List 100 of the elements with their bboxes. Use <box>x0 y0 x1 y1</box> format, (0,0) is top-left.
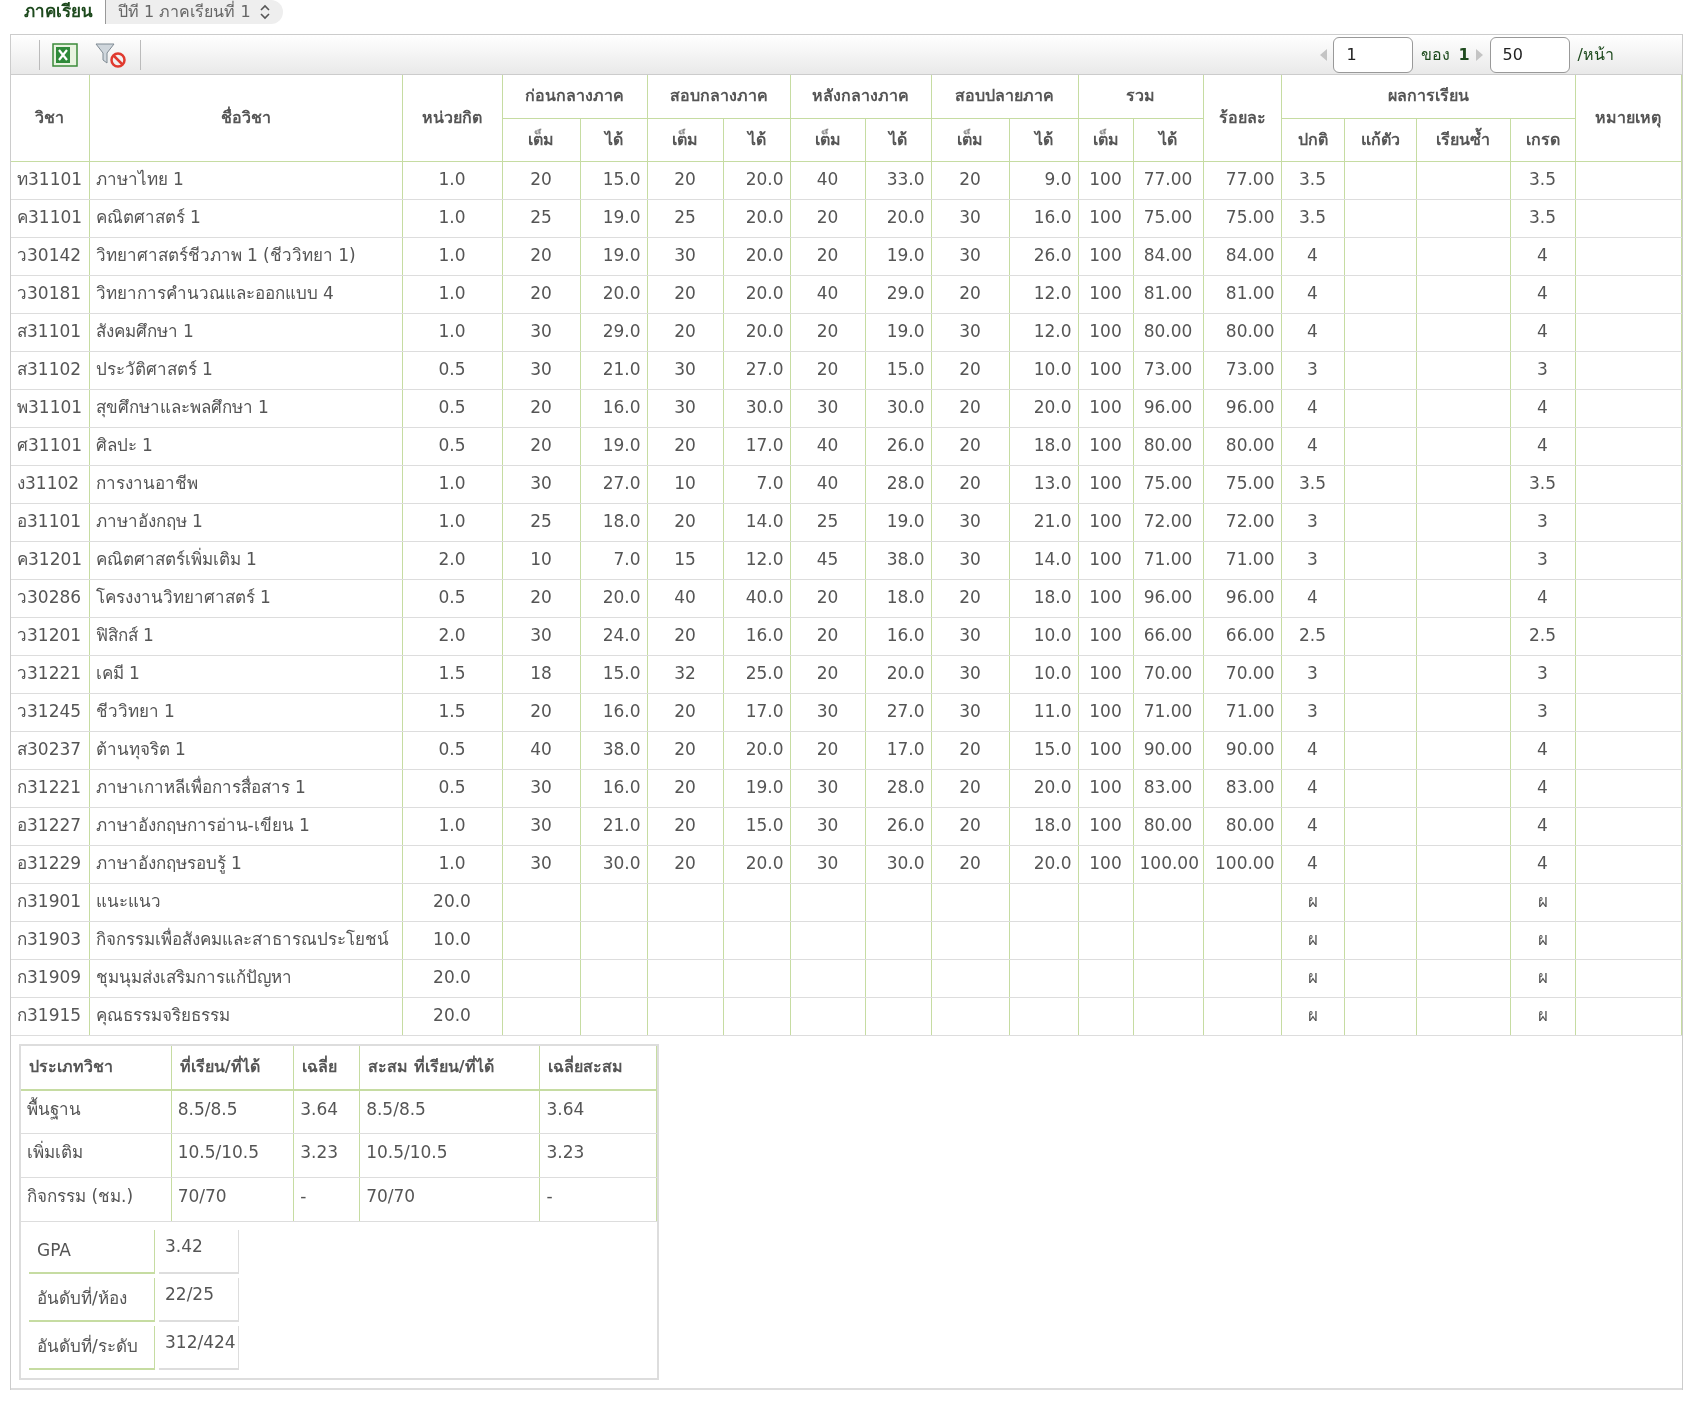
table-cell: 18.0 <box>1033 435 1072 456</box>
table-cell: อ31101 <box>17 511 82 532</box>
table-cell: 2.5 <box>1528 625 1556 646</box>
table-cell: 72.00 <box>1225 511 1275 532</box>
table-cell: 100.00 <box>1215 853 1275 874</box>
column-subheader: เกรด <box>1510 118 1575 161</box>
table-cell: 26.0 <box>886 435 925 456</box>
table-cell: 77.00 <box>1225 169 1275 190</box>
table-cell: 30 <box>959 245 981 266</box>
table-cell: 7.0 <box>756 473 784 494</box>
table-cell: 21.0 <box>602 815 641 836</box>
table-cell: 70.00 <box>1143 663 1193 684</box>
table-cell: 40 <box>816 169 839 190</box>
table-cell: 100.00 <box>1139 853 1199 874</box>
table-cell: 4 <box>1307 283 1318 304</box>
table-cell: 30 <box>959 321 981 342</box>
table-cell: 30 <box>959 625 981 646</box>
column-header: ก่อนกลางภาค <box>502 75 647 118</box>
table-cell: 38.0 <box>886 549 925 570</box>
table-cell: 0.5 <box>438 435 466 456</box>
table-cell: 71.00 <box>1225 549 1275 570</box>
table-cell: ฟิสิกส์ 1 <box>95 625 154 646</box>
column-subheader: ได้ <box>723 118 790 161</box>
table-cell: 18.0 <box>602 511 641 532</box>
table-cell: 90.00 <box>1143 739 1193 760</box>
table-cell: 100 <box>1089 359 1122 380</box>
table-cell: 1.0 <box>438 245 466 266</box>
table-cell: 20 <box>674 739 696 760</box>
table-cell: ศ31101 <box>17 435 83 456</box>
table-cell: 30 <box>816 701 839 722</box>
table-cell: ว30142 <box>17 245 82 266</box>
column-header: วิชา <box>11 75 89 161</box>
table-cell: ก31221 <box>17 777 82 798</box>
table-cell: 28.0 <box>886 473 925 494</box>
table-cell: 15.0 <box>886 359 925 380</box>
column-subheader: ได้ <box>580 118 647 161</box>
column-header: สอบกลางภาค <box>647 75 790 118</box>
table-cell: ก31909 <box>17 967 82 988</box>
table-cell: 20 <box>816 625 839 646</box>
page-size-unit: /หน้า <box>1577 43 1614 66</box>
table-cell: ค31101 <box>17 207 83 228</box>
table-cell: 20 <box>674 283 696 304</box>
table-cell: ชุมนุมส่งเสริมการแก้ปัญหา <box>95 967 292 988</box>
summary-cell: 3.64 <box>300 1098 339 1119</box>
table-cell: 20 <box>816 663 839 684</box>
table-cell: 20.0 <box>745 245 784 266</box>
table-cell: 3 <box>1537 549 1548 570</box>
table-cell: 20.0 <box>602 283 641 304</box>
table-cell: 21.0 <box>602 359 641 380</box>
summary-column-header: เฉลี่ยสะสม <box>539 1045 657 1090</box>
table-cell: 29.0 <box>602 321 641 342</box>
stat-label: อันดับที่/ระดับ <box>37 1334 138 1359</box>
column-subheader: เต็ม <box>931 118 1009 161</box>
stat-value: 3.42 <box>165 1236 203 1256</box>
table-cell: 1.5 <box>438 663 466 684</box>
table-cell: 19.0 <box>602 207 641 228</box>
table-cell: 4 <box>1537 283 1548 304</box>
table-cell: 30 <box>959 549 981 570</box>
table-cell: 96.00 <box>1225 587 1275 608</box>
table-cell: 30.0 <box>745 397 784 418</box>
spreadsheet-icon[interactable] <box>52 42 78 67</box>
table-cell: 30 <box>530 815 552 836</box>
table-cell: 70.00 <box>1225 663 1275 684</box>
table-cell: 20 <box>674 321 696 342</box>
table-cell: 20 <box>530 701 552 722</box>
table-cell: ค31201 <box>17 549 83 570</box>
table-cell: ก31915 <box>17 1005 82 1026</box>
table-cell: 1.0 <box>438 815 466 836</box>
table-cell: 4 <box>1537 777 1548 798</box>
summary-column-header: สะสม ที่เรียน/ที่ได้ <box>359 1045 540 1090</box>
term-select[interactable]: ปีที 1 ภาคเรียนที่ 1 <box>105 0 283 24</box>
table-cell: แนะแนว <box>95 891 161 912</box>
table-cell: 12.0 <box>745 549 784 570</box>
table-cell: 4 <box>1537 397 1548 418</box>
table-cell: 80.00 <box>1143 815 1193 836</box>
table-cell: 30.0 <box>886 853 925 874</box>
table-cell: 14.0 <box>745 511 784 532</box>
table-cell: 100 <box>1089 739 1122 760</box>
table-cell: 19.0 <box>602 245 641 266</box>
table-cell: 21.0 <box>1033 511 1072 532</box>
table-cell: 20.0 <box>745 169 784 190</box>
table-cell: 18.0 <box>1033 815 1072 836</box>
page-size-field[interactable]: 50 <box>1489 36 1570 73</box>
table-cell: 30 <box>530 853 552 874</box>
page-number-field[interactable]: 1 <box>1333 36 1414 73</box>
table-cell: 15.0 <box>745 815 784 836</box>
table-cell: 0.5 <box>438 359 466 380</box>
table-cell: 25 <box>674 207 696 228</box>
filter-clear-icon[interactable] <box>94 40 128 69</box>
table-cell: 20.0 <box>433 967 471 988</box>
table-cell: 100 <box>1089 435 1122 456</box>
table-cell: โครงงานวิทยาศาสตร์ 1 <box>95 587 271 608</box>
table-cell: 4 <box>1307 815 1318 836</box>
table-cell: 30 <box>959 207 981 228</box>
table-cell: 0.5 <box>438 397 466 418</box>
table-cell: 20.0 <box>745 321 784 342</box>
summary-column-header: ที่เรียน/ที่ได้ <box>171 1045 294 1090</box>
table-cell: 19.0 <box>886 511 925 532</box>
table-cell: 18.0 <box>1033 587 1072 608</box>
table-cell: 3 <box>1307 549 1318 570</box>
